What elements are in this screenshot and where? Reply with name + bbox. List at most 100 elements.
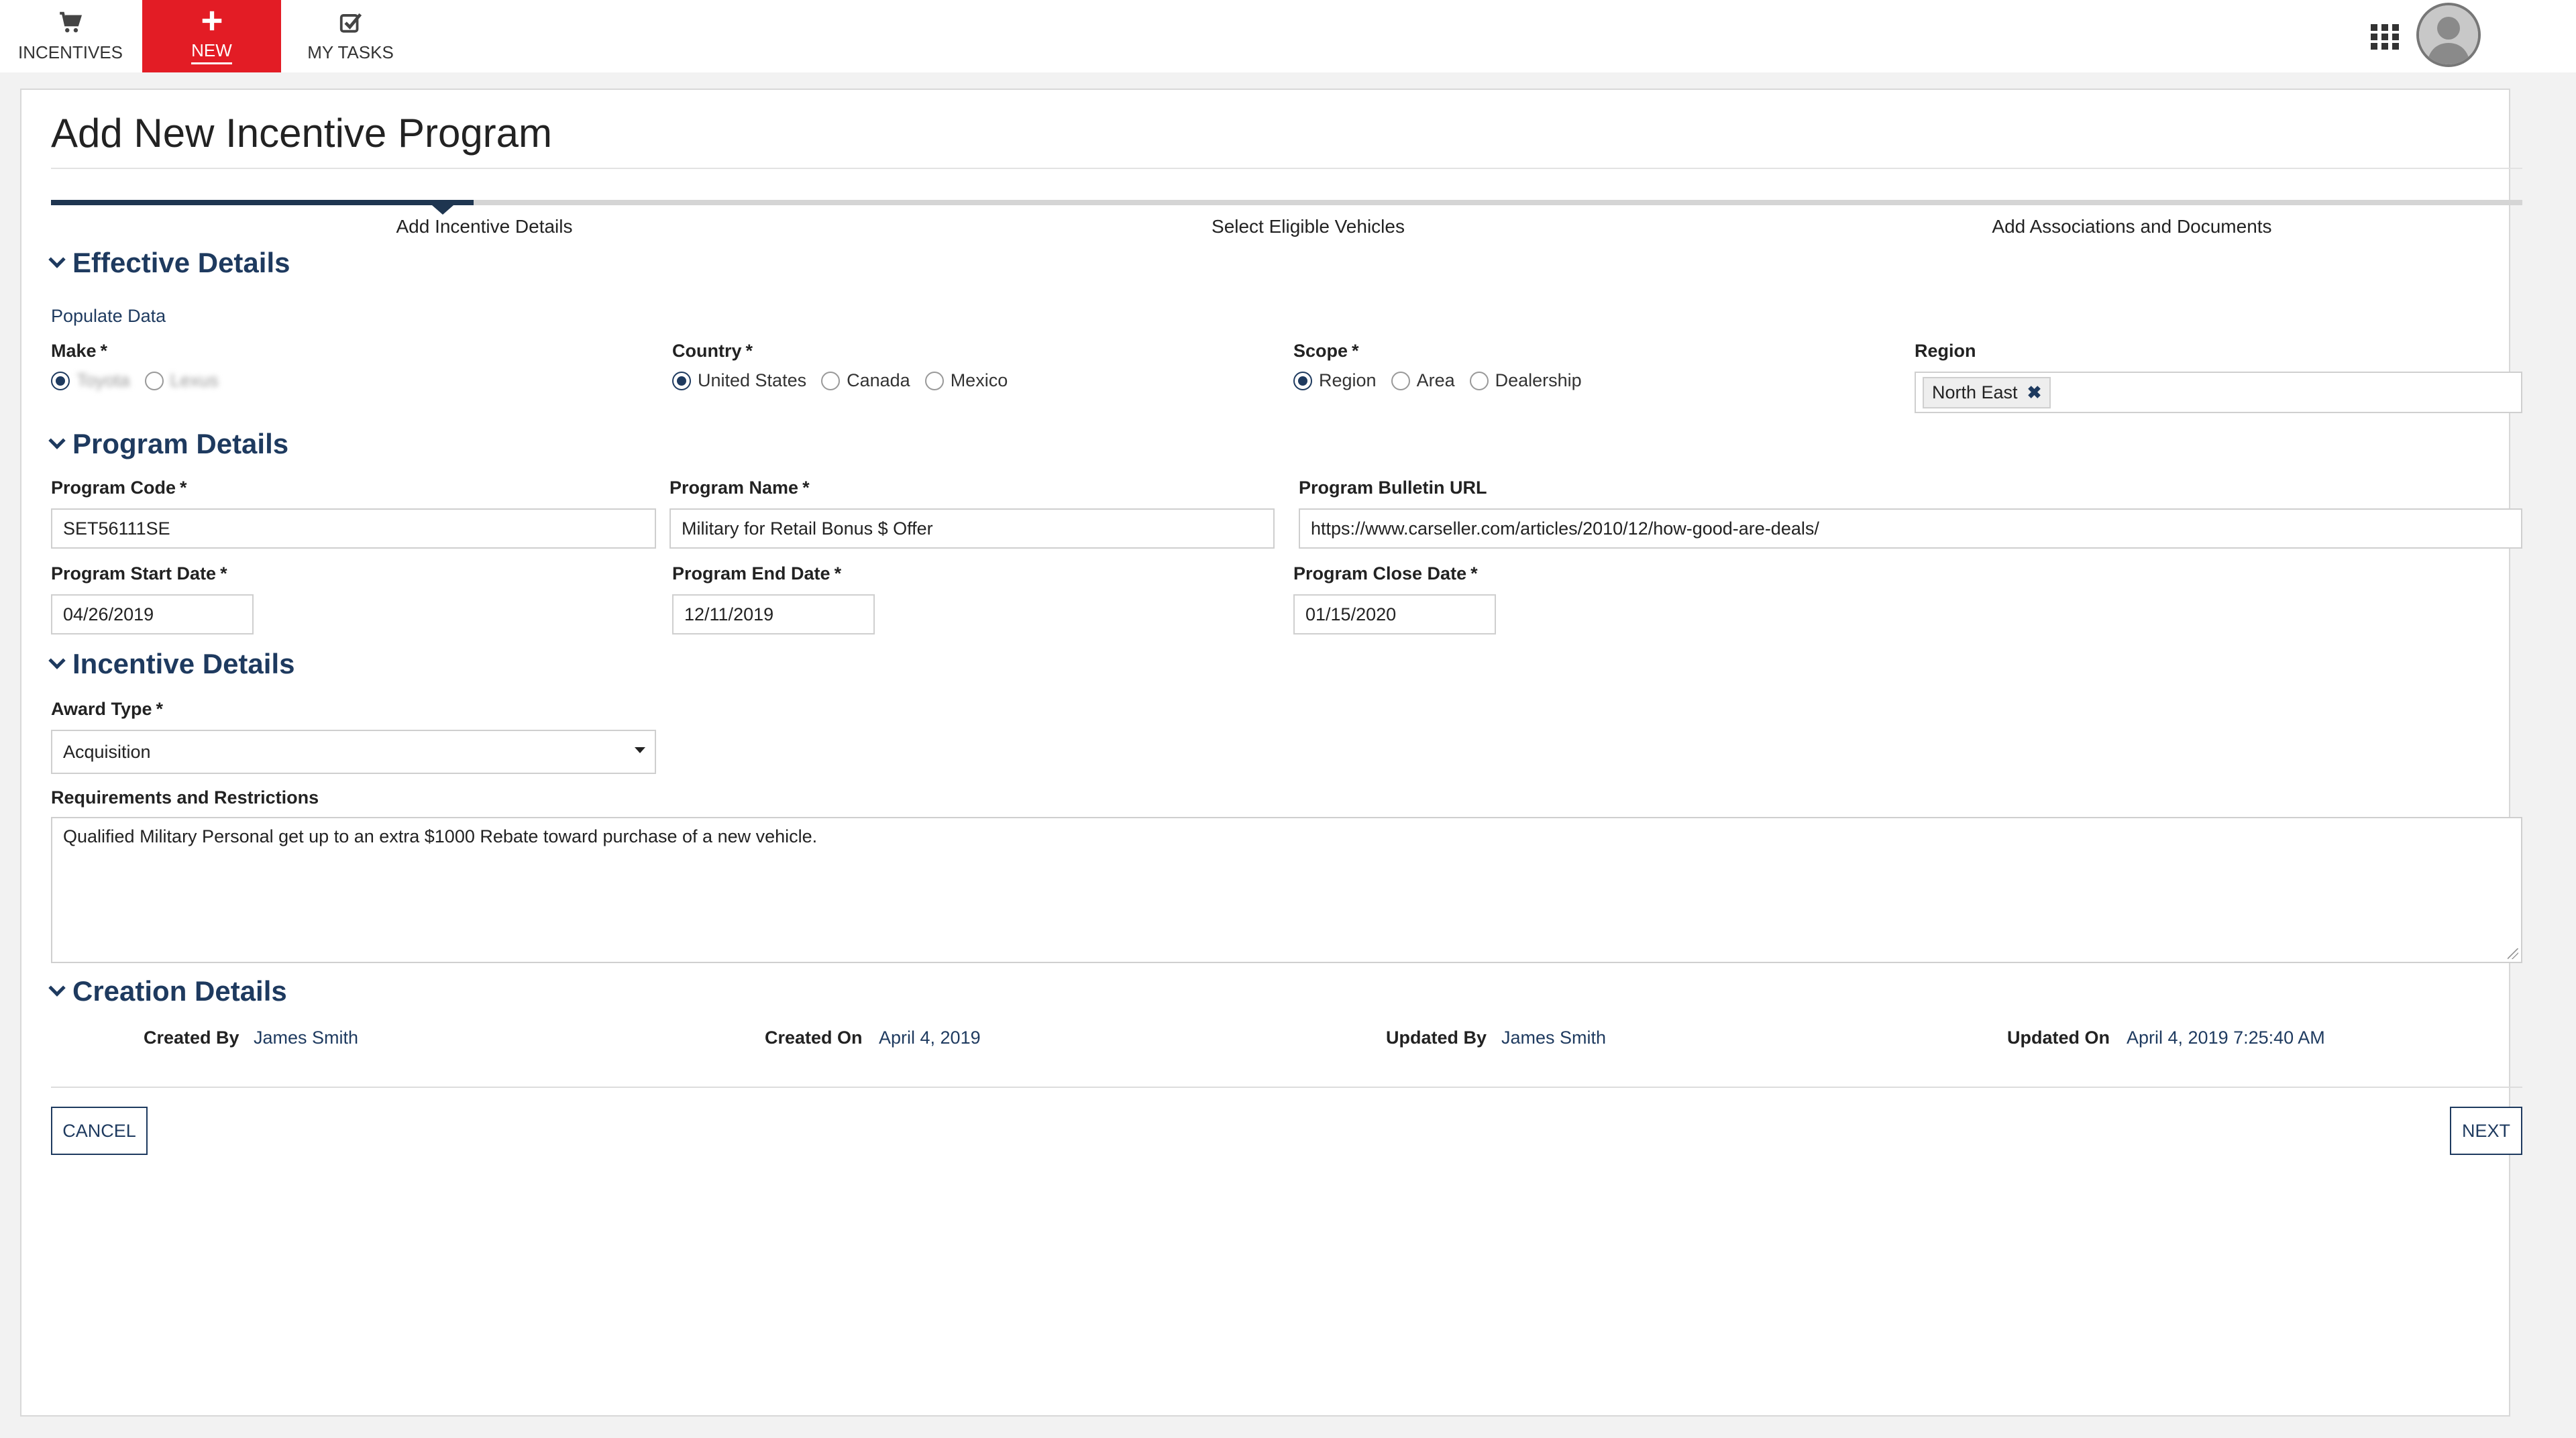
program-start-date-label-text: Program Start Date xyxy=(51,563,217,584)
program-code-input[interactable]: SET56111SE xyxy=(51,508,656,549)
nav-incentives-label: INCENTIVES xyxy=(17,42,123,62)
step-select-eligible-vehicles[interactable]: Select Eligible Vehicles xyxy=(1107,216,1509,237)
chevron-down-icon xyxy=(48,979,66,997)
nav-my-tasks[interactable]: MY TASKS xyxy=(295,0,406,72)
program-end-date-input[interactable]: 12/11/2019 xyxy=(672,594,875,634)
section-effective-details[interactable]: Effective Details xyxy=(48,247,290,279)
remove-chip-icon[interactable]: ✖ xyxy=(2027,382,2042,403)
cancel-button[interactable]: CANCEL xyxy=(51,1107,148,1155)
program-start-date-input[interactable]: 04/26/2019 xyxy=(51,594,254,634)
created-on-label: Created On xyxy=(765,1028,863,1048)
program-code-label: Program Code * xyxy=(51,478,187,498)
scope-radio-dealership[interactable]: Dealership xyxy=(1469,370,1582,391)
nav-my-tasks-label: MY TASKS xyxy=(307,42,394,62)
section-creation-details-title: Creation Details xyxy=(72,975,287,1007)
resize-handle-icon[interactable] xyxy=(2508,948,2518,959)
radio-dot xyxy=(821,371,841,390)
program-name-label: Program Name * xyxy=(669,478,810,498)
award-type-label: Award Type * xyxy=(51,699,163,720)
country-radio-canada[interactable]: Canada xyxy=(821,370,910,391)
make-radio-2[interactable]: Lexus xyxy=(144,370,219,391)
apps-grid-icon[interactable] xyxy=(2371,24,2399,50)
program-close-date-label: Program Close Date * xyxy=(1293,563,1478,584)
chevron-down-icon xyxy=(48,432,66,449)
chevron-down-icon xyxy=(48,251,66,268)
caret-down-icon xyxy=(635,747,645,753)
make-option-1: Toyota xyxy=(76,370,130,390)
stepper-progress-fill xyxy=(51,200,474,205)
country-option-canada: Canada xyxy=(847,370,910,390)
program-name-input[interactable]: Military for Retail Bonus $ Offer xyxy=(669,508,1275,549)
requirements-textarea[interactable]: Qualified Military Personal get up to an… xyxy=(51,817,2522,963)
scope-option-dealership: Dealership xyxy=(1495,370,1582,390)
section-program-details-title: Program Details xyxy=(72,428,289,459)
award-type-select[interactable]: Acquisition xyxy=(51,730,656,774)
region-chip-label: North East xyxy=(1932,382,2018,402)
program-end-date-label-text: Program End Date xyxy=(672,563,830,584)
program-start-date-label: Program Start Date * xyxy=(51,563,227,584)
section-incentive-details[interactable]: Incentive Details xyxy=(48,648,295,680)
chevron-down-icon xyxy=(48,652,66,669)
step-add-incentive-details[interactable]: Add Incentive Details xyxy=(283,216,686,237)
program-end-date-label: Program End Date * xyxy=(672,563,841,584)
radio-dot xyxy=(144,371,164,390)
country-option-mexico: Mexico xyxy=(950,370,1008,390)
program-close-date-label-text: Program Close Date xyxy=(1293,563,1467,584)
requirements-label: Requirements and Restrictions xyxy=(51,787,319,808)
required-mark: * xyxy=(220,563,227,584)
region-chip: North East ✖ xyxy=(1923,376,2051,408)
make-label: Make * xyxy=(51,341,107,362)
user-avatar[interactable] xyxy=(2416,3,2481,67)
title-divider xyxy=(51,168,2522,169)
user-silhouette-icon xyxy=(2419,5,2478,64)
country-label-text: Country xyxy=(672,341,742,361)
make-label-text: Make xyxy=(51,341,97,361)
program-close-date-input[interactable]: 01/15/2020 xyxy=(1293,594,1496,634)
nav-new-label: NEW xyxy=(191,40,232,64)
nav-new[interactable]: NEW xyxy=(142,0,281,72)
scope-option-region: Region xyxy=(1319,370,1377,390)
populate-data-link[interactable]: Populate Data xyxy=(51,306,166,327)
section-program-details[interactable]: Program Details xyxy=(48,428,289,460)
make-radio-1[interactable]: Toyota xyxy=(51,370,130,391)
main-card: Add New Incentive Program Add Incentive … xyxy=(20,89,2522,1417)
stepper-progress-bar xyxy=(51,200,2522,205)
created-on-value: April 4, 2019 xyxy=(879,1028,981,1048)
shopping-cart-icon xyxy=(60,11,83,32)
updated-by-label: Updated By xyxy=(1386,1028,1487,1048)
stepper-active-indicator xyxy=(432,205,453,215)
section-incentive-details-title: Incentive Details xyxy=(72,648,295,679)
region-label: Region xyxy=(1915,341,1976,361)
required-mark: * xyxy=(156,699,164,719)
program-bulletin-url-input[interactable]: https://www.carseller.com/articles/2010/… xyxy=(1299,508,2522,549)
updated-by-value: James Smith xyxy=(1501,1028,1607,1048)
section-creation-details[interactable]: Creation Details xyxy=(48,975,287,1007)
checkbox-check-icon xyxy=(339,13,362,33)
required-mark: * xyxy=(745,341,753,361)
country-radio-united-states[interactable]: United States xyxy=(672,370,806,391)
required-mark: * xyxy=(180,478,187,498)
section-effective-details-title: Effective Details xyxy=(72,247,290,278)
country-radio-group: United States Canada Mexico xyxy=(672,370,1022,391)
required-mark: * xyxy=(834,563,842,584)
required-mark: * xyxy=(100,341,108,361)
requirements-text: Qualified Military Personal get up to an… xyxy=(63,826,818,846)
country-option-united-states: United States xyxy=(698,370,807,390)
region-multiselect[interactable]: North East ✖ xyxy=(1915,372,2522,413)
created-by-label: Created By xyxy=(144,1028,239,1048)
radio-dot xyxy=(1293,371,1312,390)
step-add-associations-documents[interactable]: Add Associations and Documents xyxy=(1931,216,2333,237)
scope-radio-region[interactable]: Region xyxy=(1293,370,1377,391)
updated-on-label: Updated On xyxy=(2007,1028,2110,1048)
scope-label: Scope * xyxy=(1293,341,1359,362)
scope-radio-area[interactable]: Area xyxy=(1391,370,1455,391)
country-label: Country * xyxy=(672,341,753,362)
nav-incentives[interactable]: INCENTIVES xyxy=(13,0,127,72)
page-title: Add New Incentive Program xyxy=(51,111,553,156)
country-radio-mexico[interactable]: Mexico xyxy=(924,370,1008,391)
scope-option-area: Area xyxy=(1416,370,1455,390)
next-button[interactable]: NEXT xyxy=(2450,1107,2522,1155)
program-name-label-text: Program Name xyxy=(669,478,799,498)
radio-dot xyxy=(1469,371,1489,390)
footer-divider xyxy=(51,1087,2522,1088)
